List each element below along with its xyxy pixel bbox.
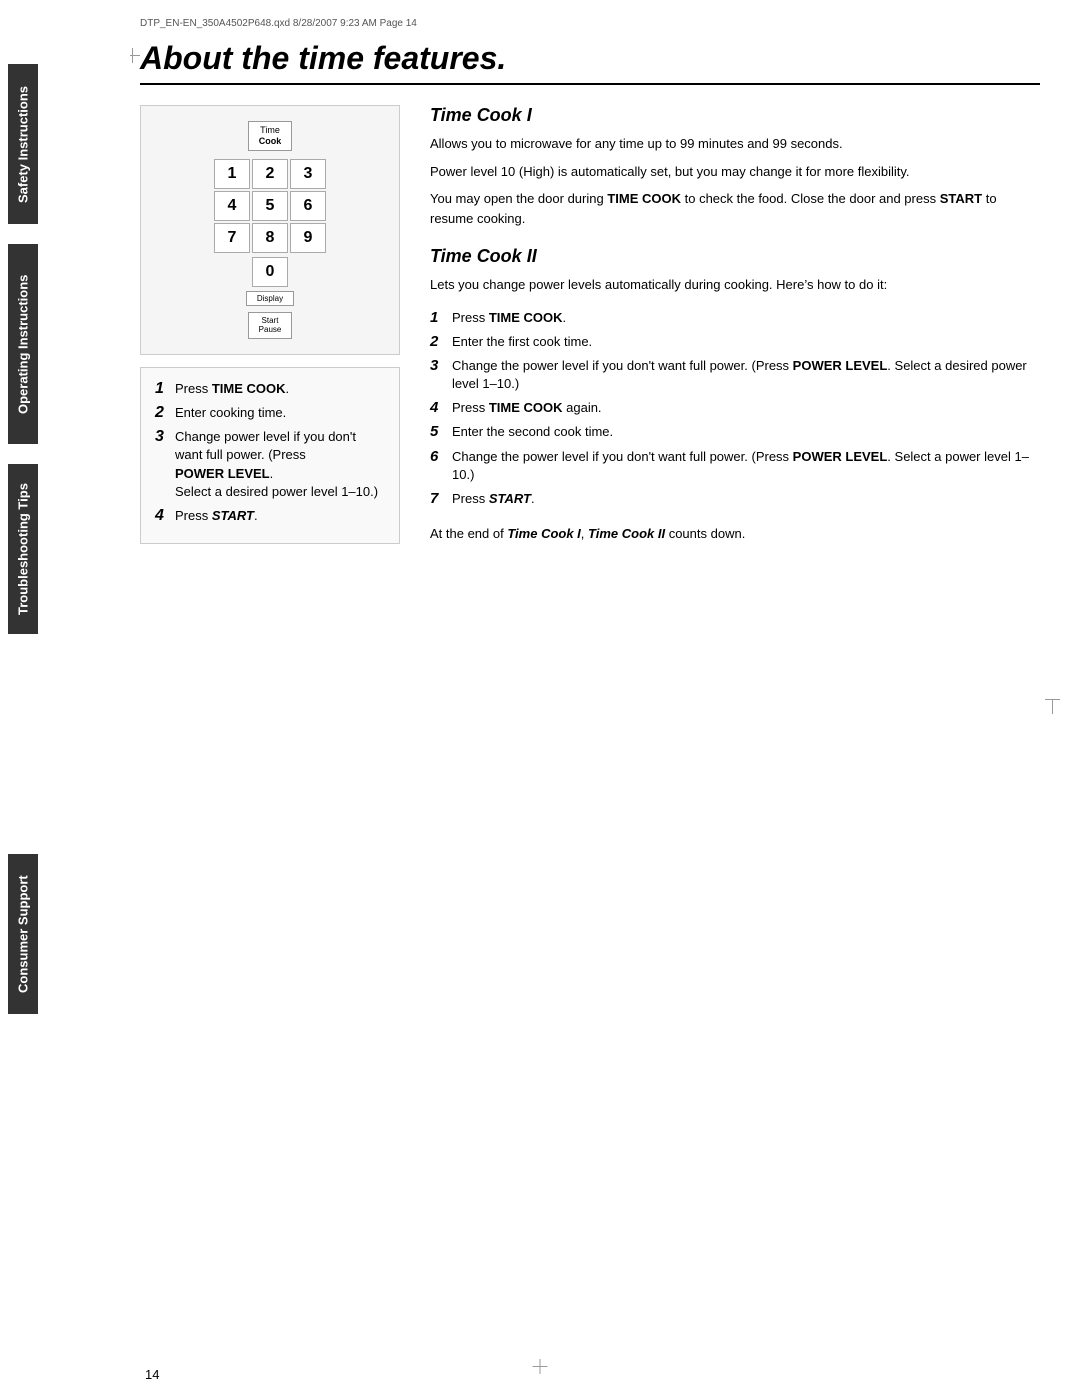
footer-note: At the end of Time Cook I, Time Cook II … (430, 524, 1040, 544)
keypad-label: Time Cook (248, 121, 293, 151)
time-cook-1-steps-box: 1 Press TIME COOK. 2 Enter cooking time.… (140, 367, 400, 544)
step-4-item: 4 Press START. (155, 507, 385, 525)
left-column: Time Cook 1 2 3 4 5 6 7 8 9 0 Display (140, 105, 400, 544)
tc2-step-5-text: Enter the second cook time. (452, 423, 1040, 441)
tc2-step-2-text: Enter the first cook time. (452, 333, 1040, 351)
key-0: 0 (252, 257, 288, 287)
tc2-step-3-num: 3 (430, 357, 452, 375)
time-cook-2-title: Time Cook II (430, 246, 1040, 267)
key-8: 8 (252, 223, 288, 253)
sidebar: Safety Instructions Operating Instructio… (0, 0, 130, 1397)
step-4-num: 4 (155, 507, 175, 525)
sidebar-item-operating: Operating Instructions (8, 244, 38, 444)
tc2-step-4: 4 Press TIME COOK again. (430, 399, 1040, 417)
time-cook-1-para1: Allows you to microwave for any time up … (430, 134, 1040, 154)
tc2-step-7-text: Press START. (452, 490, 1040, 508)
tc2-step-2-num: 2 (430, 333, 452, 351)
sidebar-item-safety: Safety Instructions (8, 64, 38, 224)
two-col-layout: Time Cook 1 2 3 4 5 6 7 8 9 0 Display (140, 105, 1040, 544)
step-3-num: 3 (155, 428, 175, 446)
tc2-step-3: 3 Change the power level if you don't wa… (430, 357, 1040, 393)
tc2-step-5-num: 5 (430, 423, 452, 441)
step-1-text: Press TIME COOK. (175, 380, 385, 398)
step-3-text: Change power level if you don't want ful… (175, 428, 385, 501)
key-9: 9 (290, 223, 326, 253)
keypad-illustration: Time Cook 1 2 3 4 5 6 7 8 9 0 Display (140, 105, 400, 355)
key-5: 5 (252, 191, 288, 221)
step-2-item: 2 Enter cooking time. (155, 404, 385, 422)
tc2-step-6-num: 6 (430, 448, 452, 466)
tc2-step-5: 5 Enter the second cook time. (430, 423, 1040, 441)
tc2-step-1: 1 Press TIME COOK. (430, 309, 1040, 327)
start-pause-label: Start Pause (248, 312, 293, 339)
file-info: DTP_EN-EN_350A4502P648.qxd 8/28/2007 9:2… (140, 18, 417, 29)
page-number: 14 (145, 1367, 159, 1382)
tc2-step-2: 2 Enter the first cook time. (430, 333, 1040, 351)
key-6: 6 (290, 191, 326, 221)
tc2-step-6-text: Change the power level if you don't want… (452, 448, 1040, 484)
tc2-step-6: 6 Change the power level if you don't wa… (430, 448, 1040, 484)
step-2-num: 2 (155, 404, 175, 422)
sidebar-item-troubleshooting: Troubleshooting Tips (8, 464, 38, 634)
page-title: About the time features. (140, 40, 1040, 85)
keypad-grid: 1 2 3 4 5 6 7 8 9 (214, 159, 326, 253)
main-content: About the time features. Time Cook 1 2 3… (140, 40, 1040, 1357)
step-3-item: 3 Change power level if you don't want f… (155, 428, 385, 501)
tc2-step-7-num: 7 (430, 490, 452, 508)
key-zero-row: 0 (252, 257, 288, 287)
display-label: Display (246, 291, 294, 306)
key-4: 4 (214, 191, 250, 221)
key-7: 7 (214, 223, 250, 253)
time-cook-2-para1: Lets you change power levels automatical… (430, 275, 1040, 295)
sidebar-item-consumer: Consumer Support (8, 854, 38, 1014)
time-cook-1-para2: Power level 10 (High) is automatically s… (430, 162, 1040, 182)
file-header: DTP_EN-EN_350A4502P648.qxd 8/28/2007 9:2… (140, 18, 1040, 29)
tc2-step-3-text: Change the power level if you don't want… (452, 357, 1040, 393)
time-cook-1-title: Time Cook I (430, 105, 1040, 126)
tc2-step-1-text: Press TIME COOK. (452, 309, 1040, 327)
tc2-step-4-num: 4 (430, 399, 452, 417)
key-3: 3 (290, 159, 326, 189)
right-column: Time Cook I Allows you to microwave for … (430, 105, 1040, 544)
key-2: 2 (252, 159, 288, 189)
step-1-num: 1 (155, 380, 175, 398)
step-1-item: 1 Press TIME COOK. (155, 380, 385, 398)
step-4-text: Press START. (175, 507, 385, 525)
tc2-step-4-text: Press TIME COOK again. (452, 399, 1040, 417)
step-2-text: Enter cooking time. (175, 404, 385, 422)
tc2-step-7: 7 Press START. (430, 490, 1040, 508)
time-cook-1-para3: You may open the door during TIME COOK t… (430, 189, 1040, 228)
key-1: 1 (214, 159, 250, 189)
tc2-step-1-num: 1 (430, 309, 452, 327)
time-cook-2-steps: 1 Press TIME COOK. 2 Enter the first coo… (430, 309, 1040, 509)
